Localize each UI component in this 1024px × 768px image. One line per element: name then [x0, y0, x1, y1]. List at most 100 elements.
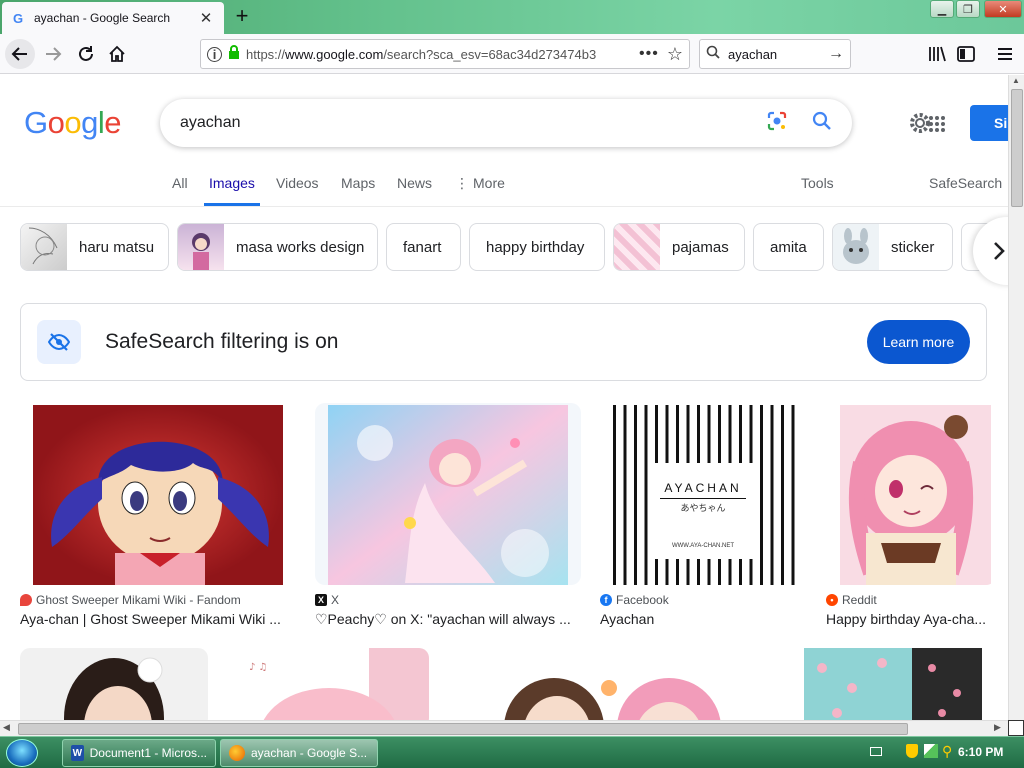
- result-title[interactable]: Aya-chan | Ghost Sweeper Mikami Wiki ...: [20, 611, 296, 627]
- tab-close-icon[interactable]: ✕: [196, 9, 216, 27]
- taskbar-firefox-window[interactable]: ayachan - Google S...: [220, 739, 378, 767]
- sign-in-button[interactable]: Si: [970, 105, 1008, 141]
- safesearch-button[interactable]: SafeSearch: [929, 175, 1002, 206]
- back-arrow-icon[interactable]: [5, 39, 35, 69]
- hidden-eye-icon: [37, 320, 81, 364]
- google-logo-letter: o: [47, 105, 65, 140]
- close-window-button[interactable]: ✕: [984, 0, 1022, 18]
- horizontal-scrollbar[interactable]: ◀ ▶: [0, 720, 1008, 736]
- scroll-left-arrow-icon[interactable]: ◀: [3, 722, 10, 733]
- reddit-logo-icon: •: [826, 594, 838, 606]
- search-tray-icon[interactable]: ⚲: [942, 743, 952, 760]
- learn-more-button[interactable]: Learn more: [867, 320, 970, 364]
- bookmark-star-icon[interactable]: ☆: [667, 44, 683, 65]
- chip-happy-birthday[interactable]: happy birthday: [469, 223, 605, 271]
- refinement-chips: haru matsu masa works design fanart happ…: [0, 223, 1008, 271]
- google-logo[interactable]: Google: [24, 105, 122, 141]
- tab-videos[interactable]: Videos: [276, 175, 319, 206]
- go-arrow-icon[interactable]: →: [828, 45, 844, 63]
- url-bar[interactable]: i https://www.google.com/search?sca_esv=…: [200, 39, 690, 69]
- result-image-ayachan-logo[interactable]: AYACHAN あやちゃん WWW.AYA-CHAN.NET: [600, 403, 806, 585]
- lock-icon[interactable]: [228, 44, 240, 64]
- chip-haru-matsu[interactable]: haru matsu: [20, 223, 169, 271]
- image-result[interactable]: • Reddit Happy birthday Aya-cha...: [826, 403, 996, 627]
- result-source[interactable]: f Facebook: [600, 593, 806, 607]
- logo-stripe: [623, 405, 627, 585]
- chip-masa-works-design[interactable]: masa works design: [177, 223, 378, 271]
- vertical-scrollbar[interactable]: ▲: [1008, 75, 1024, 720]
- image-result-row2[interactable]: [469, 648, 762, 720]
- image-result[interactable]: AYACHAN あやちゃん WWW.AYA-CHAN.NET f Faceboo…: [600, 403, 806, 627]
- result-image-aya-chan-anime[interactable]: [20, 403, 296, 585]
- result-source-name: Facebook: [616, 593, 669, 607]
- search-icon: [706, 45, 720, 64]
- image-result[interactable]: X X ♡Peachy♡ on X: "ayachan will always …: [315, 403, 581, 628]
- tab-more[interactable]: ⋮ More: [455, 175, 505, 206]
- tab-maps[interactable]: Maps: [341, 175, 375, 206]
- browser-search-query: ayachan: [728, 46, 778, 62]
- google-search-box[interactable]: ayachan: [160, 99, 852, 147]
- restore-window-button[interactable]: ❐: [956, 0, 980, 18]
- google-search-icon[interactable]: [812, 111, 832, 136]
- chip-thumbnail: [833, 224, 879, 270]
- taskbar-clock[interactable]: 6:10 PM: [958, 745, 1003, 759]
- google-search-query[interactable]: ayachan: [180, 114, 766, 132]
- image-result-row2[interactable]: [782, 648, 1000, 720]
- result-source[interactable]: Ghost Sweeper Mikami Wiki - Fandom: [20, 593, 296, 607]
- reload-icon[interactable]: [71, 39, 101, 69]
- logo-stripe: [613, 405, 616, 585]
- minimize-window-button[interactable]: ▁: [930, 0, 954, 18]
- chip-sticker[interactable]: sticker: [832, 223, 953, 271]
- forward-arrow-icon[interactable]: [38, 39, 68, 69]
- google-logo-letter: o: [64, 105, 82, 140]
- sidebar-icon[interactable]: [951, 39, 981, 69]
- svg-text:♪ ♫: ♪ ♫: [249, 662, 268, 673]
- chip-pajamas[interactable]: pajamas: [613, 223, 745, 271]
- home-icon[interactable]: [102, 39, 132, 69]
- horizontal-scroll-thumb[interactable]: [18, 723, 908, 735]
- library-icon[interactable]: [922, 39, 952, 69]
- url-text[interactable]: https://www.google.com/search?sca_esv=68…: [246, 47, 631, 62]
- logo-stripe: [770, 405, 774, 585]
- browser-tab-active[interactable]: G ayachan - Google Search ✕: [2, 2, 224, 34]
- start-orb-icon[interactable]: [6, 739, 38, 767]
- scroll-right-arrow-icon[interactable]: ▶: [994, 722, 1001, 733]
- url-scheme: https://: [246, 46, 286, 62]
- google-apps-grid-icon[interactable]: [928, 115, 946, 138]
- image-result[interactable]: Ghost Sweeper Mikami Wiki - Fandom Aya-c…: [20, 403, 296, 627]
- chip-fanart[interactable]: fanart: [386, 223, 461, 271]
- result-source-name: Ghost Sweeper Mikami Wiki - Fandom: [36, 593, 241, 607]
- security-shield-icon[interactable]: [906, 744, 918, 758]
- result-title[interactable]: ♡Peachy♡ on X: "ayachan will always ...: [315, 611, 581, 628]
- result-image-peachy-ayachan[interactable]: [315, 403, 581, 585]
- taskbar-task-label: Document1 - Micros...: [89, 746, 207, 760]
- network-tray-icon[interactable]: [924, 744, 938, 758]
- browser-navigation-bar: i https://www.google.com/search?sca_esv=…: [0, 34, 1024, 74]
- keyboard-tray-icon[interactable]: [870, 747, 882, 756]
- result-source[interactable]: X X: [315, 593, 581, 607]
- tab-images[interactable]: Images: [204, 175, 260, 206]
- result-image-aya-birthday[interactable]: [826, 403, 996, 585]
- image-result-row2[interactable]: ♪ ♫: [229, 648, 429, 720]
- taskbar-word-document[interactable]: W Document1 - Micros...: [62, 739, 216, 767]
- browser-search-bar[interactable]: ayachan →: [699, 39, 851, 69]
- chip-amita[interactable]: amita: [753, 223, 824, 271]
- tab-news[interactable]: News: [397, 175, 432, 206]
- page-actions-icon[interactable]: •••: [639, 45, 659, 63]
- new-tab-plus-icon[interactable]: +: [230, 3, 254, 28]
- image-result-row2[interactable]: [20, 648, 208, 720]
- result-title[interactable]: Ayachan: [600, 611, 806, 627]
- scroll-corner: [1008, 720, 1024, 736]
- logo-stripe: [781, 405, 784, 585]
- tab-all[interactable]: All: [172, 175, 188, 206]
- google-lens-icon[interactable]: [766, 110, 788, 137]
- result-source-name: X: [331, 593, 340, 607]
- google-logo-letter: g: [81, 105, 98, 140]
- scroll-up-arrow-icon[interactable]: ▲: [1012, 76, 1020, 85]
- result-title[interactable]: Happy birthday Aya-cha...: [826, 611, 996, 627]
- result-source[interactable]: • Reddit: [826, 593, 996, 607]
- vertical-scroll-thumb[interactable]: [1011, 89, 1023, 207]
- tools-button[interactable]: Tools: [801, 175, 834, 206]
- menu-icon[interactable]: [990, 39, 1020, 69]
- info-icon[interactable]: i: [207, 46, 222, 62]
